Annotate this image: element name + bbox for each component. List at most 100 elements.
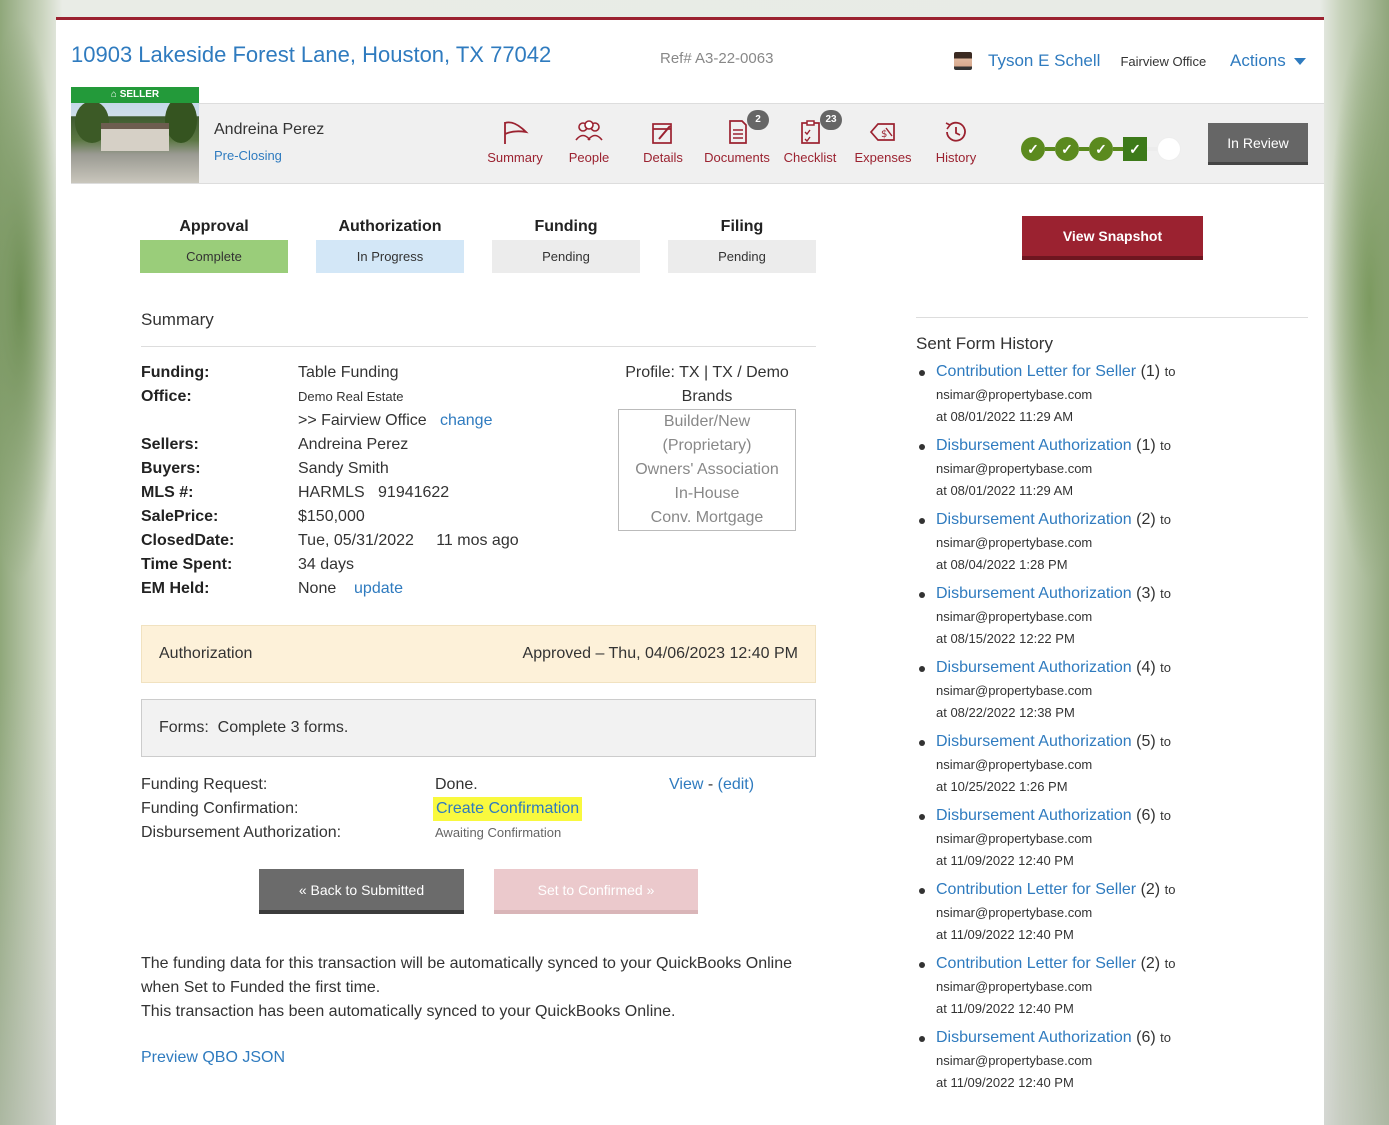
sync-notice: The funding data for this transaction wi… xyxy=(141,952,801,1024)
recipient-email: nsimar@propertybase.com xyxy=(936,387,1093,402)
sent-form-history-list: Contribution Letter for Seller (1) to nsi… xyxy=(916,360,1175,1100)
send-count: (6) xyxy=(1136,1029,1156,1046)
transaction-toolbar: ⌂ SELLER Andreina Perez Pre-Closing Summ… xyxy=(71,87,1324,184)
create-confirmation-link[interactable]: Create Confirmation xyxy=(433,797,583,821)
to-label: to xyxy=(1160,808,1171,823)
closed-ago: 11 mos ago xyxy=(436,532,519,549)
send-count: (5) xyxy=(1136,733,1156,750)
to-label: to xyxy=(1160,660,1171,675)
forms-panel: Forms: Complete 3 forms. xyxy=(141,699,816,757)
step-funding: Funding Pending xyxy=(492,218,640,273)
sent-time: at 08/01/2022 11:29 AM xyxy=(936,483,1074,498)
form-status: Done. xyxy=(435,776,478,793)
pending-step-icon xyxy=(1157,137,1181,161)
profile-item: (Proprietary) xyxy=(662,437,752,454)
recipient-email: nsimar@propertybase.com xyxy=(936,979,1093,994)
profile-item: Builder/New xyxy=(663,413,751,430)
step-title: Authorization xyxy=(338,218,442,235)
seller-badge-label: SELLER xyxy=(119,89,160,100)
divider xyxy=(141,346,816,347)
send-count: (2) xyxy=(1136,511,1156,528)
preview-qbo-json-link[interactable]: Preview QBO JSON xyxy=(141,1049,285,1067)
actions-dropdown[interactable]: Actions xyxy=(1230,51,1306,71)
back-to-submitted-button[interactable]: « Back to Submitted xyxy=(259,869,464,914)
property-address[interactable]: 10903 Lakeside Forest Lane, Houston, TX … xyxy=(71,42,551,68)
nav-checklist[interactable]: Checklist 23 xyxy=(774,110,846,165)
agent-info: Tyson E Schell Fairview Office xyxy=(954,51,1206,71)
form-link[interactable]: Disbursement Authorization xyxy=(936,1029,1132,1046)
form-link[interactable]: Disbursement Authorization xyxy=(936,511,1132,528)
send-count: (3) xyxy=(1136,585,1156,602)
history-item: Disbursement Authorization (1) to nsimar@… xyxy=(916,434,1175,508)
history-item: Disbursement Authorization (2) to nsimar@… xyxy=(916,508,1175,582)
sent-time: at 08/15/2022 12:22 PM xyxy=(936,631,1075,646)
client-name: Andreina Perez xyxy=(214,121,325,138)
agent-avatar xyxy=(954,52,972,70)
in-review-button[interactable]: In Review xyxy=(1208,123,1308,165)
nav-details[interactable]: Details xyxy=(627,118,699,165)
recipient-email: nsimar@propertybase.com xyxy=(936,535,1093,550)
nav-history[interactable]: History xyxy=(920,118,992,165)
edit-link[interactable]: (edit) xyxy=(718,776,754,793)
send-count: (1) xyxy=(1140,363,1161,380)
set-to-confirmed-button[interactable]: Set to Confirmed » xyxy=(494,869,698,914)
form-link[interactable]: Disbursement Authorization xyxy=(936,437,1132,454)
form-link[interactable]: Contribution Letter for Seller xyxy=(936,955,1136,972)
profile-item: Conv. Mortgage xyxy=(650,509,764,526)
history-item: Disbursement Authorization (6) to nsimar@… xyxy=(916,804,1175,878)
form-link[interactable]: Disbursement Authorization xyxy=(936,807,1132,824)
stage-link[interactable]: Pre-Closing xyxy=(214,148,282,163)
sent-time: at 08/04/2022 1:28 PM xyxy=(936,557,1068,572)
buyers-value: Sandy Smith xyxy=(298,460,389,477)
office-branch: >> Fairview Office xyxy=(298,412,427,429)
sync-line: This transaction has been automatically … xyxy=(141,1003,676,1020)
view-link[interactable]: View xyxy=(669,776,703,793)
step-approval: Approval Complete xyxy=(140,218,288,273)
emheld-label: EM Held: xyxy=(141,580,210,597)
people-icon xyxy=(575,120,603,141)
step-title: Funding xyxy=(534,218,598,235)
form-link[interactable]: Contribution Letter for Seller xyxy=(936,363,1136,380)
reference-number: Ref# A3-22-0063 xyxy=(660,50,774,67)
recipient-email: nsimar@propertybase.com xyxy=(936,609,1093,624)
to-label: to xyxy=(1164,364,1176,379)
send-count: (1) xyxy=(1136,437,1156,454)
recipient-email: nsimar@propertybase.com xyxy=(936,757,1093,772)
step-authorization: Authorization In Progress xyxy=(316,218,464,273)
nav-summary[interactable]: Summary xyxy=(479,118,551,165)
closeddate-label: ClosedDate: xyxy=(141,532,235,549)
nav-label: Expenses xyxy=(854,150,912,165)
property-photo[interactable]: ⌂ SELLER xyxy=(71,87,199,183)
step-status: Complete xyxy=(140,240,288,273)
check-icon: ✓ xyxy=(1021,137,1045,161)
actions-label: Actions xyxy=(1230,51,1286,70)
view-snapshot-button[interactable]: View Snapshot xyxy=(1022,216,1203,260)
profile-heading: Profile: TX | TX / Demo Brands xyxy=(618,361,796,409)
agent-name-link[interactable]: Tyson E Schell xyxy=(988,51,1100,71)
form-link[interactable]: Disbursement Authorization xyxy=(936,585,1132,602)
history-icon xyxy=(945,121,966,142)
to-label: to xyxy=(1160,512,1171,527)
sent-time: at 11/09/2022 12:40 PM xyxy=(936,1075,1074,1090)
sent-time: at 11/09/2022 12:40 PM xyxy=(936,927,1074,942)
sellers-label: Sellers: xyxy=(141,436,199,453)
photo-tree xyxy=(165,97,197,143)
form-link[interactable]: Disbursement Authorization xyxy=(936,733,1132,750)
nav-people[interactable]: People xyxy=(553,118,625,165)
documents-count-badge: 2 xyxy=(747,110,769,130)
history-item: Disbursement Authorization (3) to nsimar@… xyxy=(916,582,1175,656)
change-office-link[interactable]: change xyxy=(440,412,493,429)
transaction-card: 10903 Lakeside Forest Lane, Houston, TX … xyxy=(56,17,1324,1125)
current-check-icon: ✓ xyxy=(1123,137,1147,161)
emheld-value: None update xyxy=(298,577,403,601)
sent-time: at 11/09/2022 12:40 PM xyxy=(936,853,1074,868)
em-update-link[interactable]: update xyxy=(354,580,403,597)
step-filing: Filing Pending xyxy=(668,218,816,273)
form-link[interactable]: Disbursement Authorization xyxy=(936,659,1132,676)
history-item: Contribution Letter for Seller (1) to nsi… xyxy=(916,360,1175,434)
nav-documents[interactable]: Documents 2 xyxy=(701,110,773,165)
nav-expenses[interactable]: $ Expenses xyxy=(847,118,919,165)
step-title: Filing xyxy=(720,218,764,235)
closed-date: Tue, 05/31/2022 xyxy=(298,532,414,549)
form-link[interactable]: Contribution Letter for Seller xyxy=(936,881,1136,898)
